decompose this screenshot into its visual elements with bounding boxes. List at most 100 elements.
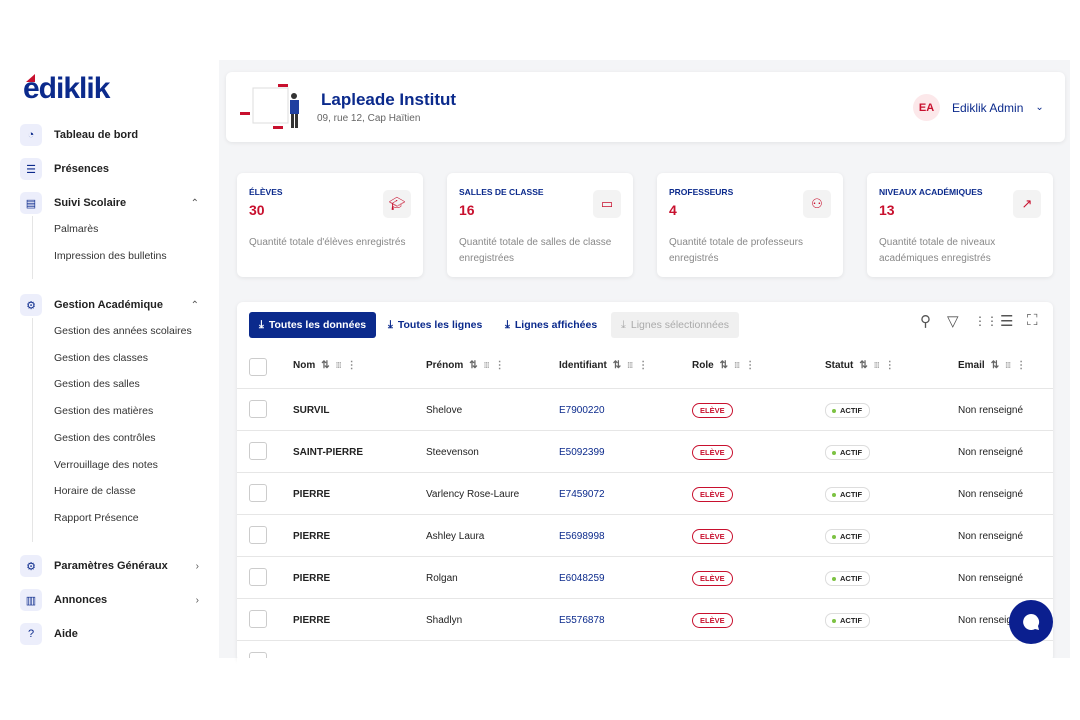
identifier-link[interactable]: E6048259 [559, 573, 605, 584]
sidebar-item[interactable]: ⚙ Gestion Académique ⌃ [20, 292, 205, 318]
row-checkbox[interactable] [249, 484, 267, 502]
drag-handle-icon[interactable]: ⁞⁞⁞ [734, 361, 740, 370]
sort-icon[interactable]: ⇅ [720, 360, 728, 371]
density-icon[interactable]: ☰ [1000, 312, 1013, 330]
search-icon[interactable]: ⚲ [920, 312, 931, 330]
column-header[interactable]: Prénom ⇅ ⁞⁞⁞ ⋮ [426, 360, 505, 371]
column-menu-icon[interactable]: ⋮ [745, 360, 755, 371]
column-header[interactable]: Identifiant ⇅ ⁞⁞⁞ ⋮ [559, 360, 648, 371]
row-checkbox[interactable] [249, 568, 267, 586]
stat-card: ÉLÈVES 30 Quantité totale d'élèves enregis… [237, 173, 423, 277]
role-badge: ELÈVE [692, 445, 733, 460]
submenu-line [32, 216, 33, 280]
row-checkbox[interactable] [249, 400, 267, 418]
chat-button[interactable] [1009, 600, 1053, 644]
identifier-link[interactable]: E5698998 [559, 531, 605, 542]
sidebar-item[interactable]: ▥ Annonces › [20, 587, 205, 613]
sidebar-item[interactable]: ☰ Présences [20, 156, 205, 182]
sidebar-subitem[interactable]: Gestion des années scolaires [54, 325, 192, 337]
table-row[interactable]: SURVIL Shelove E7900220 ELÈVE ACTIF Non rense… [237, 388, 1053, 430]
column-menu-icon[interactable]: ⋮ [495, 360, 505, 371]
sidebar-item[interactable]: ⚙ Paramètres Généraux › [20, 553, 205, 579]
download-icon: ⤓ [621, 318, 626, 331]
column-menu-icon[interactable]: ⋮ [885, 360, 895, 371]
download-icon: ⤓ [505, 318, 510, 331]
sidebar-item[interactable]: ▤ Suivi Scolaire ⌃ [20, 190, 205, 216]
columns-icon[interactable]: ⋮⋮ [974, 314, 998, 328]
sort-icon[interactable]: ⇅ [991, 360, 999, 371]
stat-card: SALLES DE CLASSE 16 Quantité totale de sal… [447, 173, 633, 277]
drag-handle-icon[interactable]: ⁞⁞⁞ [627, 361, 633, 370]
column-header[interactable]: Statut ⇅ ⁞⁞⁞ ⋮ [825, 360, 895, 371]
role-badge: ELÈVE [692, 613, 733, 628]
filter-icon[interactable]: ▽ [947, 312, 959, 330]
users-icon: ⚇ [803, 190, 831, 218]
table-row[interactable]: SAINT-PIERRE Steevenson E5092399 ELÈVE ACTIF… [237, 430, 1053, 472]
table-row[interactable]: PIERRE Rolgan E6048259 ELÈVE ACTIF Non rensei… [237, 556, 1053, 598]
sort-icon[interactable]: ⇅ [469, 360, 477, 371]
screen-icon: ▭ [593, 190, 621, 218]
sort-icon[interactable]: ⇅ [613, 360, 621, 371]
user-name: Ediklik Admin [952, 100, 1024, 115]
user-menu[interactable]: EA Ediklik Admin ⌄ [913, 94, 1044, 121]
export-shown-button[interactable]: ⤓ Lignes affichées [495, 312, 607, 338]
row-checkbox[interactable] [249, 442, 267, 460]
export-rows-button[interactable]: ⤓ Toutes les lignes [378, 312, 492, 338]
gear-icon: ⚙ [20, 294, 42, 316]
sidebar-subitem[interactable]: Impression des bulletins [54, 250, 167, 262]
sidebar-subitem[interactable]: Horaire de classe [54, 485, 136, 497]
column-header[interactable]: Nom ⇅ ⁞⁞⁞ ⋮ [293, 360, 357, 371]
sidebar-item[interactable]: ? Aide [20, 621, 205, 647]
ediklik-logo: ediklik [23, 72, 110, 105]
column-menu-icon[interactable]: ⋮ [1016, 360, 1026, 371]
help-icon: ? [20, 623, 42, 645]
chevron-up-icon: ⌃ [190, 197, 199, 209]
sidebar-subitem[interactable]: Gestion des matières [54, 405, 153, 417]
status-badge: ACTIF [825, 487, 871, 502]
status-badge: ACTIF [825, 571, 871, 586]
status-badge: ACTIF [825, 445, 871, 460]
sort-icon[interactable]: ⇅ [859, 360, 867, 371]
export-all-button[interactable]: ⤓ Toutes les données [249, 312, 377, 338]
table-row[interactable]: PIERRE Ashley Laura E5698998 ELÈVE ACTIF Non … [237, 514, 1053, 556]
column-header[interactable]: Role ⇅ ⁞⁞⁞ ⋮ [692, 360, 755, 371]
chat-icon [1023, 613, 1040, 630]
chevron-up-icon: ⌃ [190, 299, 199, 311]
sidebar-subitem[interactable]: Verrouillage des notes [54, 459, 158, 471]
school-address: 09, rue 12, Cap Haïtien [317, 113, 421, 124]
identifier-link[interactable]: E7459072 [559, 489, 605, 500]
table-row[interactable]: PIERRE Shadlyn E5576878 ELÈVE ACTIF Non rense… [237, 598, 1053, 640]
sidebar-subitem[interactable]: Palmarès [54, 223, 98, 235]
sidebar-subitem[interactable]: Rapport Présence [54, 512, 139, 524]
drag-handle-icon[interactable]: ⁞⁞⁞ [874, 361, 880, 370]
role-badge: ELÈVE [692, 487, 733, 502]
identifier-link[interactable]: E7900220 [559, 405, 605, 416]
fullscreen-icon[interactable]: ⛶ [1027, 312, 1038, 329]
trending-up-icon: ↗ [1013, 190, 1041, 218]
sidebar-subitem[interactable]: Gestion des contrôles [54, 432, 156, 444]
drag-handle-icon[interactable]: ⁞⁞⁞ [484, 361, 490, 370]
sidebar-item[interactable]: ◔ Tableau de bord [20, 122, 205, 148]
sidebar-subitem[interactable]: Gestion des salles [54, 378, 140, 390]
status-badge: ACTIF [825, 529, 871, 544]
sort-icon[interactable]: ⇅ [321, 360, 329, 371]
select-all-checkbox[interactable] [249, 358, 267, 376]
column-menu-icon[interactable]: ⋮ [347, 360, 357, 371]
row-checkbox[interactable] [249, 610, 267, 628]
sidebar-subitem[interactable]: Gestion des classes [54, 352, 148, 364]
status-badge: ACTIF [825, 403, 871, 418]
submenu-line [32, 318, 33, 542]
drag-handle-icon[interactable]: ⁞⁞⁞ [1005, 361, 1011, 370]
checklist-icon: ☰ [20, 158, 42, 180]
row-checkbox[interactable] [249, 526, 267, 544]
identifier-link[interactable]: E5092399 [559, 447, 605, 458]
table-row[interactable]: PIERRE Varlency Rose-Laure E7459072 ELÈVE AC… [237, 472, 1053, 514]
drag-handle-icon[interactable]: ⁞⁞⁞ [336, 361, 342, 370]
column-header[interactable]: Email ⇅ ⁞⁞⁞ ⋮ [958, 360, 1026, 371]
column-menu-icon[interactable]: ⋮ [638, 360, 648, 371]
export-selected-button[interactable]: ⤓ Lignes sélectionnées [611, 312, 739, 338]
role-badge: ELÈVE [692, 403, 733, 418]
download-icon: ⤓ [388, 318, 393, 331]
identifier-link[interactable]: E5576878 [559, 615, 605, 626]
chevron-right-icon: › [195, 560, 199, 572]
